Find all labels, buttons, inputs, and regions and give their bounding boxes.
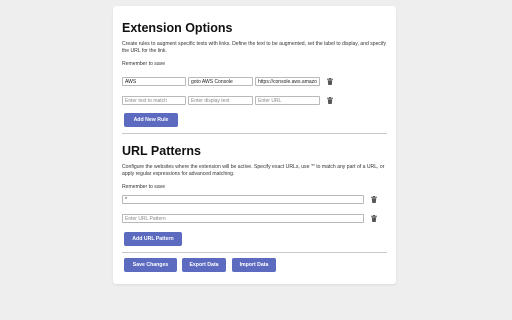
rule-label-input[interactable] [188, 77, 253, 86]
url-patterns-title: URL Patterns [122, 144, 201, 158]
trash-icon[interactable] [371, 215, 377, 222]
url-patterns-reminder: Remember to save [122, 184, 166, 190]
add-new-rule-button[interactable]: Add New Rule [124, 113, 178, 127]
extension-options-title: Extension Options [122, 21, 233, 35]
trash-icon[interactable] [327, 78, 333, 85]
new-rule-label-input[interactable] [188, 96, 253, 105]
new-rule-url-input[interactable] [255, 96, 320, 105]
rule-text-input[interactable] [122, 77, 186, 86]
url-patterns-description: Configure the websites where the extensi… [122, 164, 385, 177]
url-pattern-input[interactable] [122, 195, 364, 204]
extension-options-reminder: Remember to save [122, 61, 166, 67]
add-url-pattern-button[interactable]: Add URL Pattern [124, 232, 182, 246]
save-changes-button[interactable]: Save Changes [124, 258, 177, 272]
export-data-button[interactable]: Export Data [182, 258, 226, 272]
section-divider [122, 133, 387, 134]
trash-icon[interactable] [371, 196, 377, 203]
options-card: Extension Options Create rules to augmen… [113, 6, 396, 284]
new-url-pattern-input[interactable] [122, 214, 364, 223]
import-data-button[interactable]: Import Data [232, 258, 276, 272]
rule-url-input[interactable] [255, 77, 320, 86]
extension-options-description: Create rules to augment specific texts w… [122, 41, 387, 54]
new-rule-text-input[interactable] [122, 96, 186, 105]
trash-icon[interactable] [327, 97, 333, 104]
section-divider [122, 252, 387, 253]
